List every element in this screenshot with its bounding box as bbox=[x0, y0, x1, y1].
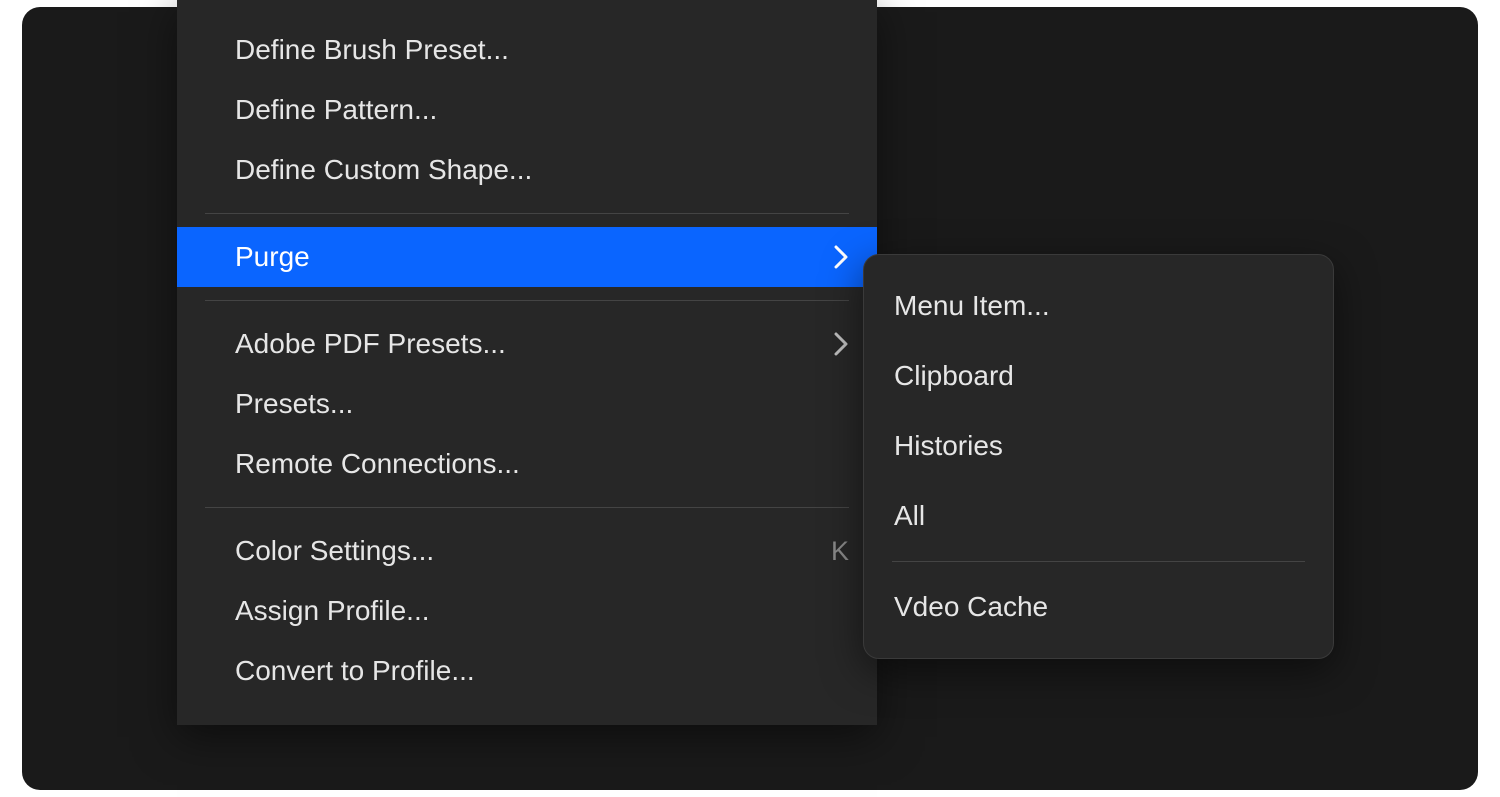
submenu-item-menu-item[interactable]: Menu Item... bbox=[864, 271, 1333, 341]
menu-separator bbox=[892, 561, 1305, 562]
submenu-item-clipboard[interactable]: Clipboard bbox=[864, 341, 1333, 411]
submenu-item-histories[interactable]: Histories bbox=[864, 411, 1333, 481]
menu-item-define-custom-shape[interactable]: Define Custom Shape... bbox=[177, 140, 877, 200]
menu-item-define-brush-preset[interactable]: Define Brush Preset... bbox=[177, 20, 877, 80]
menu-item-label: All bbox=[894, 500, 1303, 532]
menu-separator bbox=[205, 213, 849, 214]
menu-item-define-pattern[interactable]: Define Pattern... bbox=[177, 80, 877, 140]
menu-item-label: Purge bbox=[235, 241, 813, 273]
menu-item-label: Define Brush Preset... bbox=[235, 34, 849, 66]
menu-item-color-settings[interactable]: Color Settings... K bbox=[177, 521, 877, 581]
menu-item-label: Define Custom Shape... bbox=[235, 154, 849, 186]
menu-item-label: Clipboard bbox=[894, 360, 1303, 392]
menu-item-label: Convert to Profile... bbox=[235, 655, 849, 687]
menu-item-assign-profile[interactable]: Assign Profile... bbox=[177, 581, 877, 641]
menu-item-label: Remote Connections... bbox=[235, 448, 849, 480]
menu-item-label: Assign Profile... bbox=[235, 595, 849, 627]
submenu-item-video-cache[interactable]: Vdeo Cache bbox=[864, 572, 1333, 642]
menu-item-shortcut: K bbox=[831, 536, 849, 567]
menu-item-label: Adobe PDF Presets... bbox=[235, 328, 813, 360]
menu-item-convert-to-profile[interactable]: Convert to Profile... bbox=[177, 641, 877, 701]
menu-item-label: Menu Item... bbox=[894, 290, 1303, 322]
menu-separator bbox=[205, 507, 849, 508]
menu-item-label: Presets... bbox=[235, 388, 849, 420]
menu-item-purge[interactable]: Purge bbox=[177, 227, 877, 287]
menu-item-label: Define Pattern... bbox=[235, 94, 849, 126]
menu-separator bbox=[205, 300, 849, 301]
chevron-right-icon bbox=[833, 332, 849, 356]
chevron-right-icon bbox=[833, 245, 849, 269]
submenu-item-all[interactable]: All bbox=[864, 481, 1333, 551]
menu-item-remote-connections[interactable]: Remote Connections... bbox=[177, 434, 877, 494]
menu-item-label: Color Settings... bbox=[235, 535, 831, 567]
purge-submenu: Menu Item... Clipboard Histories All Vde… bbox=[863, 254, 1334, 659]
edit-menu-dropdown: Define Brush Preset... Define Pattern...… bbox=[177, 0, 877, 725]
menu-item-adobe-pdf-presets[interactable]: Adobe PDF Presets... bbox=[177, 314, 877, 374]
menu-item-label: Histories bbox=[894, 430, 1303, 462]
menu-item-presets[interactable]: Presets... bbox=[177, 374, 877, 434]
menu-item-label: Vdeo Cache bbox=[894, 591, 1303, 623]
